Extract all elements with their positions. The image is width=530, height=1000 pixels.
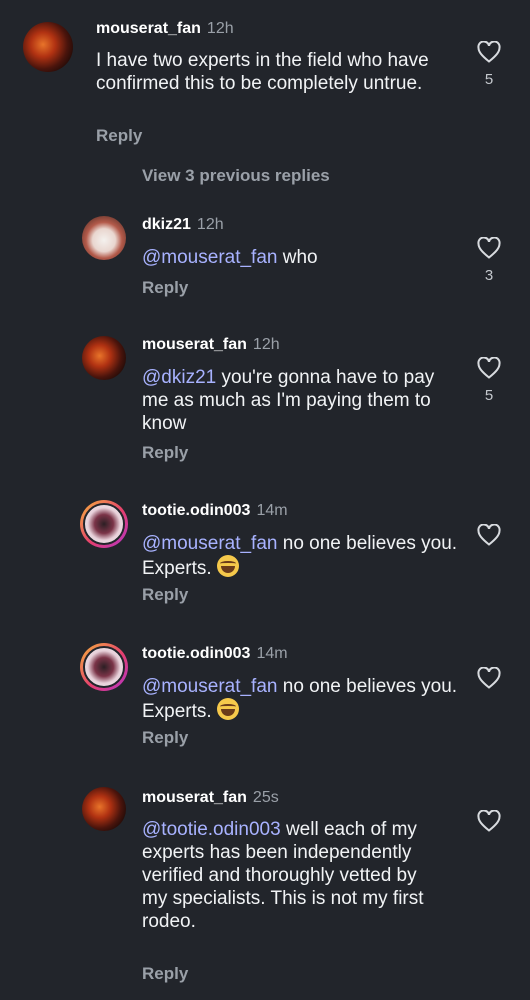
comment-text: I have two experts in the field who have…	[96, 50, 429, 94]
reply-button[interactable]: Reply	[142, 728, 188, 748]
like-group	[475, 667, 503, 697]
joy-emoji-icon	[216, 698, 239, 720]
reply-comment: tootie.odin003 14m @mouserat_fan no one b…	[0, 500, 530, 610]
comment-text: @mouserat_fan no one believes you. Exper…	[142, 676, 458, 722]
comment: mouserat_fan 12h I have two experts in th…	[0, 20, 530, 150]
comment-username[interactable]: mouserat_fan 12h	[96, 20, 234, 38]
heart-outline-icon[interactable]	[475, 41, 503, 63]
comment-text: @dkiz21 you're gonna have to pay me as m…	[142, 367, 435, 434]
reply-button[interactable]: Reply	[142, 964, 188, 984]
heart-outline-icon[interactable]	[475, 357, 503, 379]
comment-time: 12h	[252, 336, 280, 353]
mention-link[interactable]: @mouserat_fan	[142, 247, 277, 268]
reply-comment: mouserat_fan 12h @dkiz21 you're gonna hav…	[0, 336, 530, 466]
like-count: 3	[484, 267, 494, 284]
heart-outline-icon[interactable]	[475, 524, 503, 546]
comment-text: @mouserat_fan who	[142, 247, 318, 268]
like-group: 5	[475, 357, 503, 404]
avatar[interactable]	[82, 787, 126, 831]
comment-text: @tootie.odin003 well each of my experts …	[142, 819, 424, 932]
comment-username[interactable]: tootie.odin003 14m	[142, 502, 288, 520]
mention-link[interactable]: @tootie.odin003	[142, 819, 281, 840]
like-count: 5	[484, 387, 494, 404]
avatar[interactable]	[80, 643, 128, 691]
like-group: 5	[475, 41, 503, 88]
view-previous-replies[interactable]: View 3 previous replies	[142, 166, 330, 186]
avatar[interactable]	[82, 336, 126, 380]
like-group: 3	[475, 237, 503, 284]
comment-username[interactable]: mouserat_fan 25s	[142, 789, 279, 807]
like-group	[475, 810, 503, 840]
avatar[interactable]	[80, 500, 128, 548]
joy-emoji-icon	[216, 555, 239, 577]
mention-link[interactable]: @mouserat_fan	[142, 676, 277, 697]
comment-time: 25s	[252, 789, 279, 806]
reply-button[interactable]: Reply	[142, 585, 188, 605]
comment-username[interactable]: tootie.odin003 14m	[142, 645, 288, 663]
avatar[interactable]	[23, 22, 73, 72]
heart-outline-icon[interactable]	[475, 237, 503, 259]
comment-text: @mouserat_fan no one believes you. Exper…	[142, 533, 458, 579]
reply-comment: tootie.odin003 14m @mouserat_fan no one b…	[0, 643, 530, 753]
reply-comment: mouserat_fan 25s @tootie.odin003 well eac…	[0, 787, 530, 997]
mention-link[interactable]: @mouserat_fan	[142, 533, 277, 554]
comment-time: 14m	[256, 502, 288, 519]
reply-comment: dkiz21 12h @mouserat_fan who Reply 3	[0, 216, 530, 306]
heart-outline-icon[interactable]	[475, 810, 503, 832]
heart-outline-icon[interactable]	[475, 667, 503, 689]
reply-button[interactable]: Reply	[96, 126, 142, 146]
like-count: 5	[484, 71, 494, 88]
mention-link[interactable]: @dkiz21	[142, 367, 216, 388]
comment-username[interactable]: mouserat_fan 12h	[142, 336, 280, 354]
comment-time: 14m	[256, 645, 288, 662]
reply-button[interactable]: Reply	[142, 443, 188, 463]
comment-time: 12h	[206, 20, 234, 37]
comment-username[interactable]: dkiz21 12h	[142, 216, 224, 234]
avatar[interactable]	[82, 216, 126, 260]
like-group	[475, 524, 503, 554]
comment-time: 12h	[196, 216, 224, 233]
reply-button[interactable]: Reply	[142, 278, 188, 298]
